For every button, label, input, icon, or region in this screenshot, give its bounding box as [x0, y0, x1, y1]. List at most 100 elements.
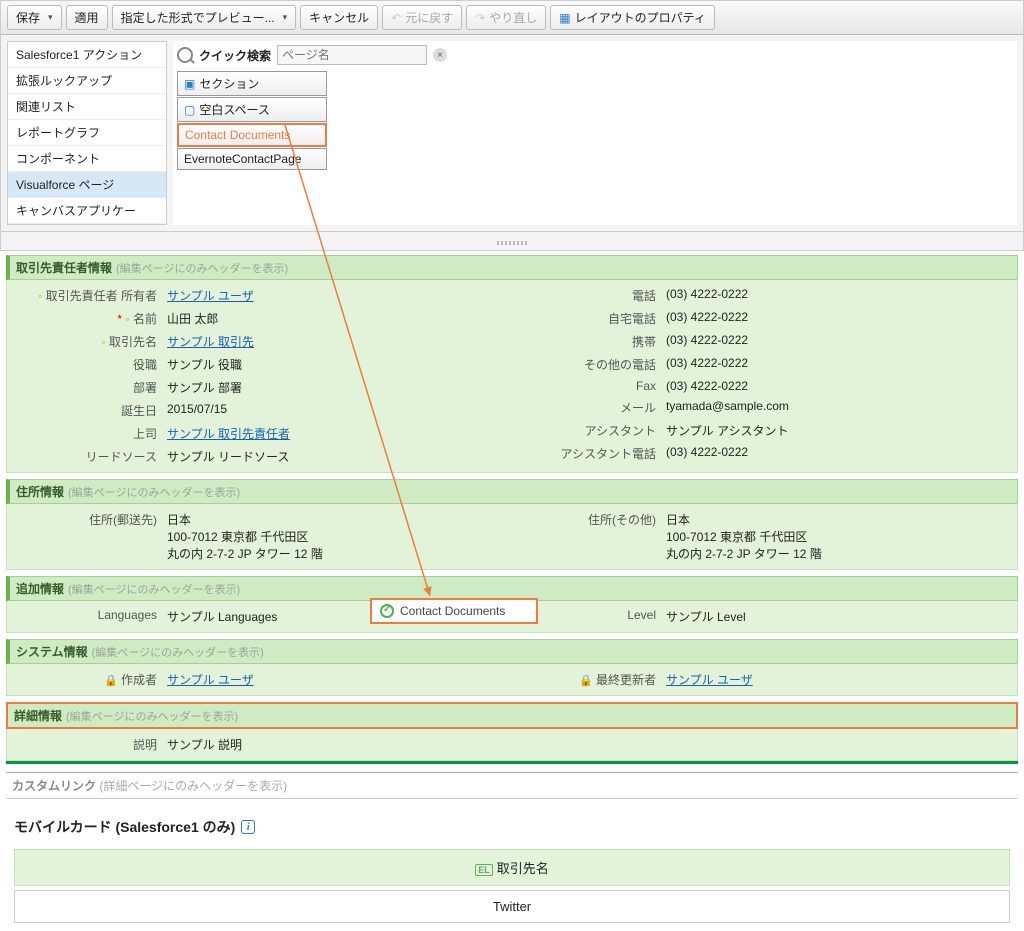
field-value: 山田 太郎 — [167, 310, 508, 327]
search-icon — [177, 47, 193, 63]
field-label: リードソース — [17, 448, 157, 465]
field-row[interactable]: 携帯(03) 4222-0222 — [512, 330, 1011, 353]
section-contact-info[interactable]: 取引先責任者情報(編集ページにのみヘッダーを表示) ◦ 取引先責任者 所有者サン… — [6, 255, 1018, 473]
section-hint: (編集ページにのみヘッダーを表示) — [68, 487, 240, 499]
palette-category[interactable]: 拡張ルックアップ — [8, 68, 166, 94]
lookup-link[interactable]: サンプル ユーザ — [666, 673, 753, 687]
field-value: サンプル 取引先責任者 — [167, 425, 508, 442]
field-row[interactable]: 役職サンプル 役職 — [13, 353, 512, 376]
field-label: * ◦ 名前 — [17, 310, 157, 327]
palette-category[interactable]: Visualforce ページ — [8, 172, 166, 198]
field-label: 住所(その他) — [516, 511, 656, 562]
section-title: 詳細情報 — [14, 709, 62, 723]
lookup-link[interactable]: サンプル 取引先責任者 — [167, 427, 290, 441]
palette-item-contact-documents[interactable]: Contact Documents — [177, 123, 327, 147]
field-row[interactable]: * ◦ 名前山田 太郎 — [13, 307, 512, 330]
page-layout-canvas: 取引先責任者情報(編集ページにのみヘッダーを表示) ◦ 取引先責任者 所有者サン… — [0, 251, 1024, 931]
field-row[interactable]: 上司サンプル 取引先責任者 — [13, 422, 512, 445]
field-value: サンプル Level — [666, 608, 1007, 625]
field-value: サンプル ユーザ — [167, 287, 508, 304]
section-hint: (編集ページにのみヘッダーを表示) — [68, 584, 240, 596]
quick-find-input[interactable] — [277, 45, 427, 65]
field-value: サンプル 説明 — [167, 736, 508, 753]
field-label: 電話 — [516, 287, 656, 304]
section-title: 住所情報 — [16, 485, 64, 499]
undo-icon: ↶ — [391, 11, 401, 25]
redo-icon: ↷ — [475, 11, 485, 25]
field-row[interactable]: アシスタント電話(03) 4222-0222 — [512, 442, 1011, 465]
field-row[interactable]: 誕生日2015/07/15 — [13, 399, 512, 422]
field-label: 住所(郵送先) — [17, 511, 157, 562]
field-row[interactable]: 自宅電話 (03) 4222-0222 — [512, 307, 1011, 330]
clear-search-icon[interactable]: × — [433, 48, 447, 62]
field-row[interactable]: 電話(03) 4222-0222 — [512, 284, 1011, 307]
apply-button[interactable]: 適用 — [66, 5, 108, 30]
field-value: 日本100-7012 東京都 千代田区丸の内 2-7-2 JP タワー 12 階 — [167, 511, 508, 562]
undo-button[interactable]: ↶元に戻す — [382, 5, 462, 30]
field-label: 自宅電話 — [516, 310, 656, 327]
section-system[interactable]: システム情報(編集ページにのみヘッダーを表示) 🔒 作成者サンプル ユーザ🔒 最… — [6, 639, 1018, 696]
section-address[interactable]: 住所情報 (編集ページにのみヘッダーを表示) 住所(郵送先)日本100-7012 … — [6, 479, 1018, 570]
field-row[interactable]: ◦ 取引先責任者 所有者サンプル ユーザ — [13, 284, 512, 307]
field-label: Fax — [516, 379, 656, 393]
field-label: 携帯 — [516, 333, 656, 350]
field-value: (03) 4222-0222 — [666, 379, 1007, 393]
field-value: (03) 4222-0222 — [666, 356, 1007, 373]
field-row[interactable]: アシスタントサンプル アシスタント — [512, 419, 1011, 442]
section-hint: (詳細ページにのみヘッダーを表示) — [99, 779, 287, 793]
palette-category[interactable]: Salesforce1 アクション — [8, 42, 166, 68]
mobile-card-twitter[interactable]: Twitter — [14, 890, 1010, 923]
redo-button[interactable]: ↷やり直し — [466, 5, 546, 30]
info-icon[interactable]: i — [241, 820, 255, 834]
palette-category[interactable]: コンポーネント — [8, 146, 166, 172]
lookup-link[interactable]: サンプル ユーザ — [167, 673, 254, 687]
field-row[interactable]: 住所(その他)日本100-7012 東京都 千代田区丸の内 2-7-2 JP タ… — [512, 508, 1011, 565]
palette-category[interactable]: キャンバスアプリケー — [8, 198, 166, 224]
field-row[interactable]: Levelサンプル Level — [512, 605, 1011, 628]
field-value: サンプル アシスタント — [666, 422, 1007, 439]
field-row[interactable]: 住所(郵送先)日本100-7012 東京都 千代田区丸の内 2-7-2 JP タ… — [13, 508, 512, 565]
palette-item-blank-space[interactable]: ▢空白スペース — [177, 97, 327, 122]
field-value: 2015/07/15 — [167, 402, 508, 419]
check-icon — [380, 604, 394, 618]
lock-icon: 🔒 — [104, 675, 118, 687]
layout-editor-toolbar: 保存 適用 指定した形式でプレビュー... キャンセル ↶元に戻す ↷やり直し … — [1, 1, 1023, 35]
field-row[interactable]: ◦ 取引先名サンプル 取引先 — [13, 330, 512, 353]
field-row[interactable]: Fax (03) 4222-0222 — [512, 376, 1011, 396]
drop-label: Contact Documents — [400, 604, 505, 618]
required-icon: * — [117, 312, 122, 326]
mobile-cards-heading: モバイルカード (Salesforce1 のみ) i — [6, 799, 1018, 845]
quick-find-label: クイック検索 — [199, 47, 271, 64]
field-row[interactable]: リードソースサンプル リードソース — [13, 445, 512, 468]
layout-properties-button[interactable]: ▦レイアウトのプロパティ — [550, 5, 715, 30]
field-value: (03) 4222-0222 — [666, 310, 1007, 327]
field-row[interactable]: その他の電話(03) 4222-0222 — [512, 353, 1011, 376]
section-title: カスタムリンク — [12, 779, 96, 793]
section-detail[interactable]: 詳細情報(編集ページにのみヘッダーを表示) 説明サンプル 説明 — [6, 702, 1018, 764]
palette-item-section[interactable]: ▣セクション — [177, 71, 327, 96]
palette-category[interactable]: レポートグラフ — [8, 120, 166, 146]
section-icon: ▣ — [184, 77, 195, 91]
section-custom-links[interactable]: カスタムリンク (詳細ページにのみヘッダーを表示) — [6, 772, 1018, 799]
properties-icon: ▦ — [559, 11, 570, 25]
preview-as-button[interactable]: 指定した形式でプレビュー... — [112, 5, 297, 30]
drag-drop-target[interactable]: Contact Documents — [370, 598, 538, 624]
cancel-button[interactable]: キャンセル — [300, 5, 378, 30]
field-label: メール — [516, 399, 656, 416]
expanded-lookup-badge-icon: EL — [475, 864, 493, 876]
lookup-link[interactable]: サンプル ユーザ — [167, 289, 254, 303]
lookup-link[interactable]: サンプル 取引先 — [167, 335, 254, 349]
field-row[interactable]: 🔒 最終更新者サンプル ユーザ — [512, 668, 1011, 691]
palette-resize-handle[interactable] — [1, 231, 1023, 250]
mobile-card-account[interactable]: EL取引先名 — [14, 849, 1010, 886]
field-row[interactable]: メールtyamada@sample.com — [512, 396, 1011, 419]
field-row[interactable]: 🔒 作成者サンプル ユーザ — [13, 668, 512, 691]
field-label: 🔒 最終更新者 — [516, 671, 656, 688]
readonly-icon: ◦ — [125, 312, 129, 326]
palette-category[interactable]: 関連リスト — [8, 94, 166, 120]
save-button[interactable]: 保存 — [7, 5, 62, 30]
field-row[interactable]: 説明サンプル 説明 — [13, 733, 512, 756]
palette-item-evernote[interactable]: EvernoteContactPage — [177, 148, 327, 170]
field-label: 🔒 作成者 — [17, 671, 157, 688]
field-row[interactable]: 部署サンプル 部署 — [13, 376, 512, 399]
